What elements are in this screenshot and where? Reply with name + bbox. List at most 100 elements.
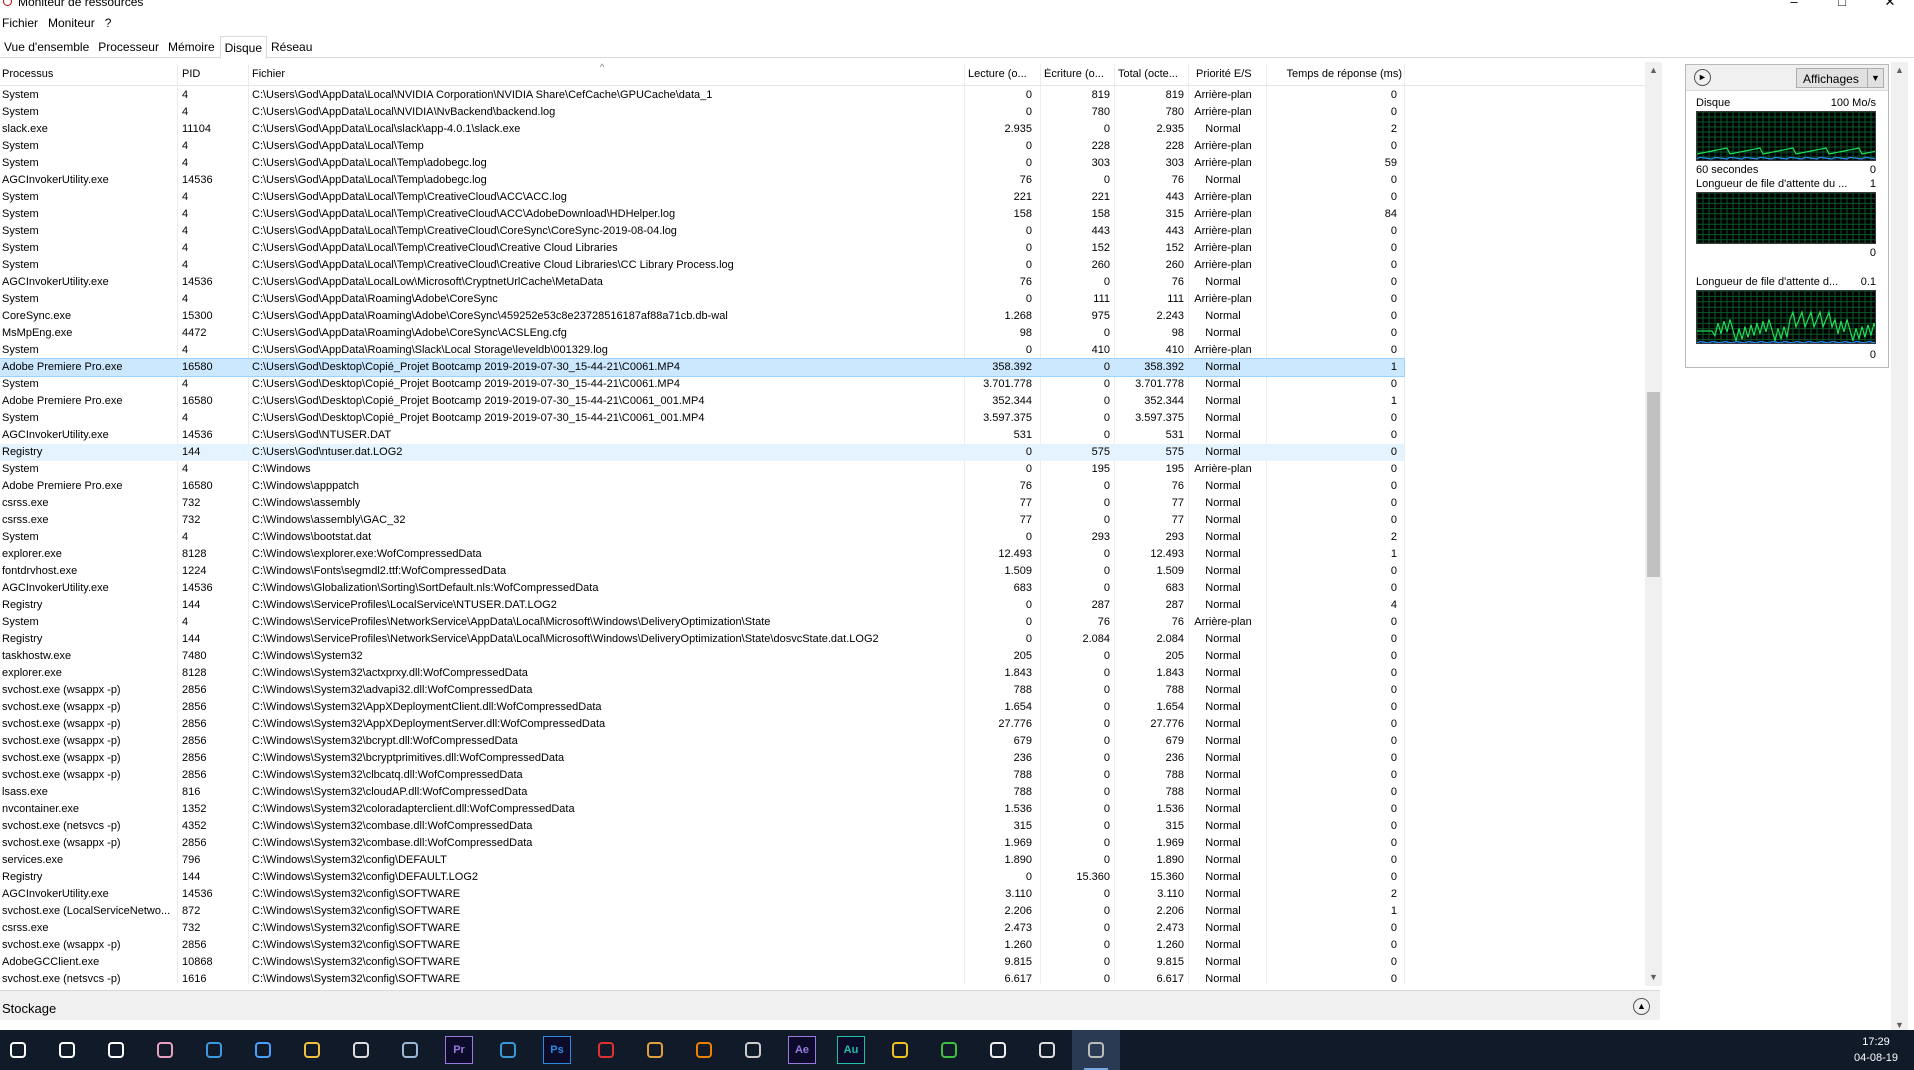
table-row[interactable]: MsMpEng.exe 4472 C:\Users\God\AppData\Roam… [0,325,1404,342]
table-row[interactable]: System 4 C:\Users\God\AppData\Local\Temp\C… [0,206,1404,223]
table-row[interactable]: System 4 C:\Users\God\AppData\Roaming\Adob… [0,291,1404,308]
table-row[interactable]: csrss.exe 732 C:\Windows\assembly\GAC_32 77… [0,512,1404,529]
collapse-chevron-icon[interactable]: ▲ [1633,998,1650,1015]
table-row[interactable]: Adobe Premiere Pro.exe 16580 C:\Users\God\… [0,393,1404,410]
close-button[interactable]: ✕ [1866,0,1914,10]
table-row[interactable]: nvcontainer.exe 1352 C:\Windows\System32\c… [0,801,1404,818]
table-row[interactable]: svchost.exe (wsappx -p) 2856 C:\Windows\Sy… [0,750,1404,767]
table-row[interactable]: svchost.exe (wsappx -p) 2856 C:\Windows\Sy… [0,733,1404,750]
tab-memory[interactable]: Mémoire [164,36,220,58]
storage-section-header[interactable]: Stockage ▲ [0,990,1660,1020]
resource-monitor-icon[interactable] [1082,1036,1110,1070]
column-header-total[interactable]: Total (octe... [1118,68,1186,80]
table-row[interactable]: System 4 C:\Windows\ServiceProfiles\Networ… [0,614,1404,631]
minimize-button[interactable]: – [1770,0,1818,10]
tab-disk[interactable]: Disque [219,36,267,59]
tab-processor[interactable]: Processeur [94,36,164,58]
table-row[interactable]: AGCInvokerUtility.exe 14536 C:\Users\God\A… [0,274,1404,291]
expand-panel-icon[interactable]: ► [1694,69,1711,86]
audition-icon[interactable]: Au [837,1036,865,1064]
table-row[interactable]: svchost.exe (netsvcs -p) 1616 C:\Windows\S… [0,971,1404,987]
photoshop-icon[interactable]: Ps [543,1036,571,1064]
table-row[interactable]: svchost.exe (wsappx -p) 2856 C:\Windows\Sy… [0,682,1404,699]
table-row[interactable]: System 4 C:\Users\God\AppData\Local\Temp 0 2… [0,138,1404,155]
table-row[interactable]: svchost.exe (wsappx -p) 2856 C:\Windows\Sy… [0,699,1404,716]
table-row[interactable]: System 4 C:\Users\God\AppData\Local\NVIDIA… [0,87,1404,104]
table-row[interactable]: svchost.exe (netsvcs -p) 4352 C:\Windows\S… [0,818,1404,835]
table-row[interactable]: AGCInvokerUtility.exe 14536 C:\Windows\Sys… [0,886,1404,903]
chrome-icon[interactable] [886,1036,914,1064]
table-row[interactable]: explorer.exe 8128 C:\Windows\explorer.exe:… [0,546,1404,563]
after-effects-icon[interactable]: Ae [788,1036,816,1064]
column-header-response-time[interactable]: Temps de réponse (ms) [1270,68,1402,80]
table-row[interactable]: fontdrvhost.exe 1224 C:\Windows\Fonts\segm… [0,563,1404,580]
views-dropdown[interactable]: Affichages ▼ [1796,68,1884,88]
slack-icon[interactable] [641,1036,669,1064]
menu-help[interactable]: ? [103,16,120,30]
messenger-icon[interactable] [494,1036,522,1064]
premiere-pro-icon[interactable]: Pr [445,1036,473,1064]
table-row[interactable]: Adobe Premiere Pro.exe 16580 C:\Windows\ap… [0,478,1404,495]
table-row[interactable]: slack.exe 11104 C:\Users\God\AppData\Local… [0,121,1404,138]
table-row[interactable]: Registry 144 C:\Users\God\ntuser.dat.LOG2 0… [0,444,1404,461]
store-icon[interactable] [249,1036,277,1064]
table-row[interactable]: csrss.exe 732 C:\Windows\assembly 77 0 77 Norm… [0,495,1404,512]
table-vertical-scrollbar[interactable]: ▲ ▼ [1645,62,1662,986]
table-row[interactable]: System 4 C:\Users\God\AppData\Local\Temp\C… [0,223,1404,240]
table-row[interactable]: CoreSync.exe 15300 C:\Users\God\AppData\Ro… [0,308,1404,325]
video-editor-icon[interactable] [739,1036,767,1064]
mail-icon[interactable] [347,1036,375,1064]
scroll-down-icon[interactable]: ▼ [1645,969,1662,986]
creative-cloud-icon[interactable] [592,1036,620,1064]
chrome-alt-icon[interactable] [935,1036,963,1064]
table-row[interactable]: System 4 C:\Users\God\AppData\Local\Temp\a… [0,155,1404,172]
table-row[interactable]: svchost.exe (wsappx -p) 2856 C:\Windows\Sy… [0,716,1404,733]
steam-icon[interactable] [396,1036,424,1064]
maximize-button[interactable]: □ [1818,0,1866,10]
table-row[interactable]: System 4 C:\Users\God\AppData\Local\NVIDIA… [0,104,1404,121]
table-row[interactable]: csrss.exe 732 C:\Windows\System32\config\S… [0,920,1404,937]
table-row[interactable]: services.exe 796 C:\Windows\System32\confi… [0,852,1404,869]
table-row[interactable]: AGCInvokerUtility.exe 14536 C:\Users\God\N… [0,427,1404,444]
table-row[interactable]: System 4 C:\Users\God\AppData\Local\Temp\C… [0,240,1404,257]
table-row[interactable]: explorer.exe 8128 C:\Windows\System32\actx… [0,665,1404,682]
table-row[interactable]: AdobeGCClient.exe 10868 C:\Windows\System3… [0,954,1404,971]
column-header-read[interactable]: Lecture (o... [968,68,1036,80]
table-row[interactable]: System 4 C:\Users\God\AppData\Local\Temp\C… [0,189,1404,206]
chrome-canary-icon[interactable] [151,1036,179,1064]
scroll-up-icon[interactable]: ▲ [1891,62,1908,79]
table-row[interactable]: svchost.exe (wsappx -p) 2856 C:\Windows\Sy… [0,835,1404,852]
windows-start-icon[interactable] [4,1036,32,1064]
task-view-icon[interactable] [102,1036,130,1064]
chevron-down-icon[interactable]: ▼ [1867,69,1883,87]
table-row[interactable]: System 4 C:\Windows 0 195 195 Arrière-plan 0 [0,461,1404,478]
column-header-write[interactable]: Écriture (o... [1044,68,1112,80]
search-icon[interactable] [53,1036,81,1064]
menu-moniteur[interactable]: Moniteur [46,16,103,30]
settings-icon[interactable] [984,1036,1012,1064]
table-row[interactable]: AGCInvokerUtility.exe 14536 C:\Users\God\A… [0,172,1404,189]
table-row[interactable]: Adobe Premiere Pro.exe 16580 C:\Users\God\… [0,358,1405,377]
controller-icon[interactable] [1033,1036,1061,1064]
table-row[interactable]: System 4 C:\Users\God\Desktop\Copié_Projet… [0,410,1404,427]
menu-fichier[interactable]: Fichier [0,16,46,30]
table-row[interactable]: svchost.exe (LocalServiceNetwo... 872 C:\W… [0,903,1404,920]
table-row[interactable]: lsass.exe 816 C:\Windows\System32\cloudAP.… [0,784,1404,801]
table-row[interactable]: Registry 144 C:\Windows\ServiceProfiles\Lo… [0,597,1404,614]
vlc-icon[interactable] [690,1036,718,1064]
table-row[interactable]: System 4 C:\Windows\bootstat.dat 0 293 293 Nor… [0,529,1404,546]
table-row[interactable]: Registry 144 C:\Windows\System32\config\DE… [0,869,1404,886]
tab-network[interactable]: Réseau [267,36,317,58]
table-row[interactable]: svchost.exe (wsappx -p) 2856 C:\Windows\Sy… [0,937,1404,954]
column-header-pid[interactable]: PID [182,68,242,80]
tab-overview[interactable]: Vue d'ensemble [0,36,94,58]
column-header-io-priority[interactable]: Priorité E/S [1196,68,1264,80]
column-header-process[interactable]: Processus [2,68,172,80]
edge-icon[interactable] [200,1036,228,1064]
table-row[interactable]: svchost.exe (wsappx -p) 2856 C:\Windows\Sy… [0,767,1404,784]
table-row[interactable]: Registry 144 C:\Windows\ServiceProfiles\Ne… [0,631,1404,648]
table-row[interactable]: System 4 C:\Users\God\AppData\Roaming\Slac… [0,342,1404,359]
file-explorer-icon[interactable] [298,1036,326,1064]
system-clock[interactable]: 17:29 04-08-19 [1846,1034,1906,1066]
table-row[interactable]: System 4 C:\Users\God\Desktop\Copié_Projet… [0,376,1404,393]
